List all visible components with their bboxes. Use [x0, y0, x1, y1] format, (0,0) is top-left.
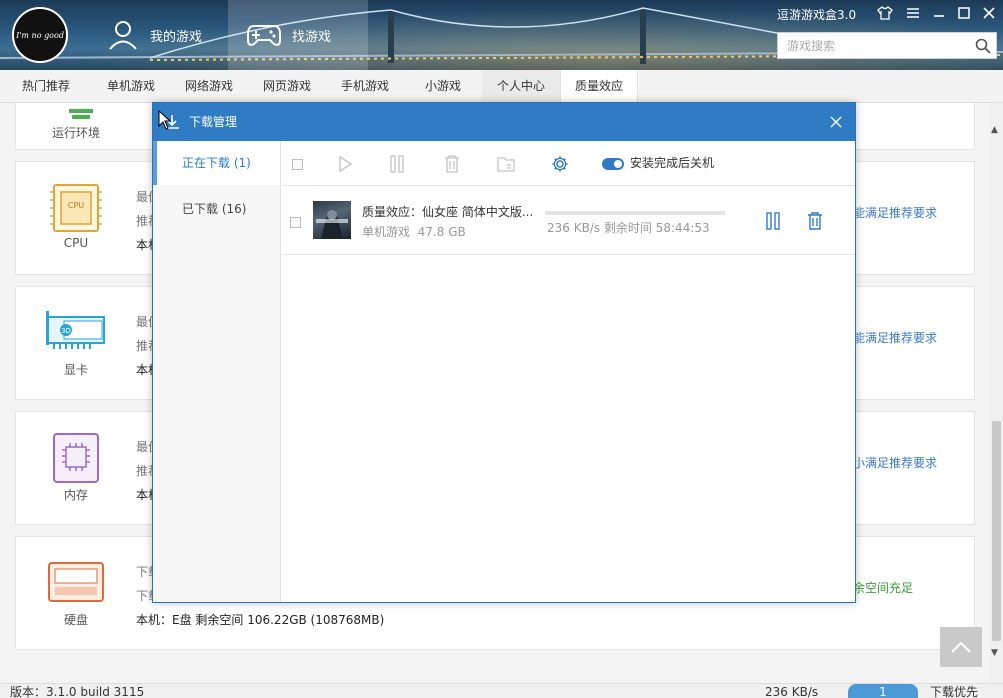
- dialog-sidebar: 正在下载 (1) 已下载 (16): [153, 141, 281, 602]
- checkbox-box: [291, 158, 303, 170]
- delete-all-button[interactable]: [441, 153, 463, 175]
- runtime-label: 运行环境: [51, 126, 100, 140]
- subnav-item-mini[interactable]: 小游戏: [404, 70, 482, 103]
- trash-icon: [445, 155, 459, 173]
- nav-tab-my-games[interactable]: 我的游戏: [88, 0, 228, 70]
- auto-shutdown-label: 安装完成后关机: [630, 156, 715, 170]
- tshirt-icon: [877, 6, 893, 20]
- subnav-item-mobile[interactable]: 手机游戏: [326, 70, 404, 103]
- gpu-label: 显卡: [63, 363, 88, 377]
- category-nav: 热门推荐 单机游戏 网络游戏 网页游戏 手机游戏 小游戏 个人中心 质量效应: [0, 70, 1003, 103]
- back-to-top-button[interactable]: [940, 627, 982, 667]
- memory-status: 小满足推荐要求: [853, 456, 938, 470]
- scroll-up-arrow-icon[interactable]: ▲: [991, 125, 998, 135]
- dialog-title-bar[interactable]: 下载管理: [153, 103, 855, 141]
- nav-tab-label: 我的游戏: [150, 29, 203, 45]
- tab-downloading[interactable]: 正在下载 (1): [153, 141, 280, 185]
- tab-downloaded[interactable]: 已下载 (16): [153, 187, 280, 231]
- dialog-title: 下载管理: [189, 115, 238, 129]
- close-window-button[interactable]: [978, 3, 1000, 23]
- svg-text:3D: 3D: [61, 327, 71, 335]
- nav-tab-find-games[interactable]: 找游戏: [228, 0, 368, 70]
- menu-button[interactable]: [902, 3, 924, 23]
- start-all-button[interactable]: [334, 153, 356, 175]
- hard-disk-label: 硬盘: [63, 613, 88, 627]
- search-button[interactable]: [970, 38, 996, 54]
- download-game-size: 47.8 GB: [417, 225, 466, 239]
- search-icon: [975, 38, 991, 54]
- minimize-button[interactable]: [928, 3, 950, 23]
- play-icon: [339, 156, 352, 172]
- skin-button[interactable]: [874, 3, 896, 23]
- game-search-box: [777, 32, 997, 59]
- scroll-down-arrow-icon[interactable]: ▼: [991, 648, 998, 658]
- subnav-item-single-player[interactable]: 单机游戏: [92, 70, 170, 103]
- cpu-status: 能满足推荐要求: [853, 206, 938, 220]
- user-icon: [109, 21, 137, 50]
- memory-icon: [53, 433, 99, 483]
- settings-button[interactable]: [549, 153, 571, 175]
- open-folder-button[interactable]: [495, 153, 517, 175]
- chevron-up-icon: [951, 641, 971, 653]
- svg-text:CPU: CPU: [68, 201, 84, 210]
- subnav-item-online[interactable]: 网络游戏: [170, 70, 248, 103]
- gpu-status: 能满足推荐要求: [853, 331, 938, 345]
- trash-icon: [808, 212, 822, 230]
- cpu-label: CPU: [63, 236, 89, 250]
- mass-effect-cover-image: [316, 210, 348, 239]
- gamepad-icon: [247, 25, 281, 46]
- mouse-cursor-icon: [158, 110, 172, 130]
- dialog-close-button[interactable]: [825, 111, 847, 133]
- graphics-card-icon: 3D: [46, 311, 105, 349]
- app-title: 逗游游戏盒3.0: [777, 8, 857, 22]
- app-logo[interactable]: I'm no good: [12, 7, 68, 63]
- nav-tab-label: 找游戏: [292, 29, 332, 45]
- delete-download-button[interactable]: [805, 211, 825, 231]
- download-progress-bar: [545, 211, 725, 215]
- memory-label: 内存: [63, 488, 88, 502]
- cpu-icon: CPU: [50, 184, 102, 232]
- download-toolbar: 安装完成后关机: [282, 141, 855, 186]
- status-bar: 版本：3.1.0 build 3115 236 KB/s 1 下载优先: [0, 683, 1003, 698]
- scrollbar-thumb[interactable]: [992, 421, 1001, 641]
- folder-icon: [497, 157, 515, 172]
- download-count-badge[interactable]: 1: [848, 684, 918, 698]
- total-speed-text: 236 KB/s: [765, 685, 819, 698]
- subnav-item-current-game[interactable]: 质量效应: [560, 70, 638, 103]
- search-input[interactable]: [778, 33, 970, 58]
- download-item-checkbox[interactable]: [290, 217, 301, 228]
- pause-all-button[interactable]: [386, 153, 408, 175]
- version-text: 版本：3.1.0 build 3115: [10, 685, 145, 698]
- menu-icon: [907, 8, 919, 18]
- pause-download-button[interactable]: [763, 211, 783, 231]
- hard-disk-local-text: 本机：E盘 剩余空间 106.22GB (108768MB): [136, 613, 385, 627]
- download-game-name: 质量效应：仙女座 简体中文版...: [362, 205, 534, 219]
- pause-icon: [766, 212, 780, 230]
- download-speed-text: 236 KB/s 剩余时间 58:44:53: [547, 221, 710, 235]
- subnav-item-personal[interactable]: 个人中心: [482, 70, 560, 103]
- subnav-item-hot[interactable]: 热门推荐: [0, 70, 92, 103]
- select-all-checkbox[interactable]: [286, 153, 308, 175]
- game-thumbnail: [313, 201, 351, 239]
- auto-shutdown-toggle[interactable]: [602, 158, 624, 170]
- download-priority-button[interactable]: 下载优先: [930, 684, 978, 698]
- minimize-icon: [934, 15, 944, 17]
- app-header: I'm no good 我的游戏 找游戏 逗游游戏盒3.0: [0, 0, 1003, 70]
- pause-icon: [390, 155, 404, 173]
- download-game-meta: 单机游戏 47.8 GB: [362, 223, 466, 240]
- maximize-button[interactable]: [953, 3, 975, 23]
- close-icon: [983, 7, 995, 19]
- runtime-icon: [69, 109, 93, 119]
- hard-disk-icon: [48, 562, 104, 602]
- gear-icon: [552, 156, 568, 172]
- hard-disk-status: 余空间充足: [853, 581, 914, 595]
- vertical-scrollbar[interactable]: ▲ ▼: [990, 103, 1003, 683]
- maximize-icon: [958, 7, 970, 19]
- download-game-category: 单机游戏: [362, 225, 411, 239]
- download-item: 质量效应：仙女座 简体中文版... 单机游戏 47.8 GB 236 KB/s …: [282, 187, 855, 255]
- download-manager-dialog: 下载管理 正在下载 (1) 已下载 (16) 安装完成后关机 质量效应：仙女座 …: [152, 102, 856, 603]
- close-icon: [830, 116, 842, 128]
- subnav-item-web[interactable]: 网页游戏: [248, 70, 326, 103]
